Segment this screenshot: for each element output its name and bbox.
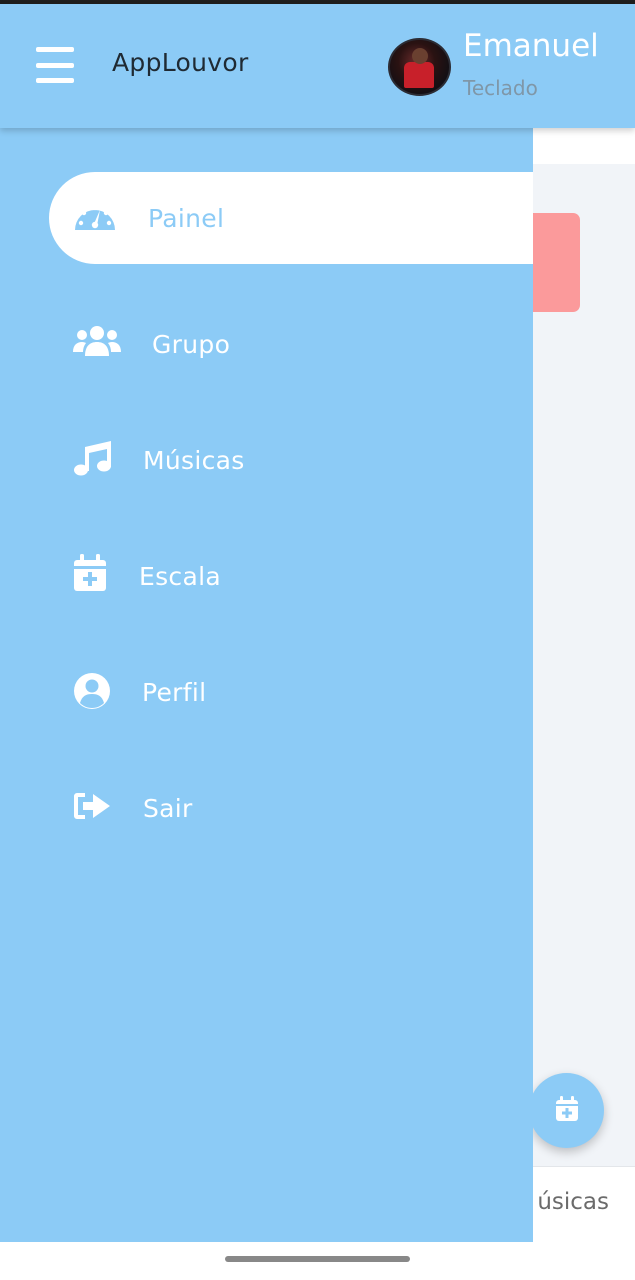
drawer-item-label: Sair	[143, 793, 193, 823]
users-group-icon	[73, 324, 121, 358]
menu-bar-line	[36, 62, 74, 68]
menu-bar-line	[36, 78, 74, 83]
drawer-item-label: Músicas	[143, 445, 245, 475]
add-schedule-fab[interactable]	[529, 1073, 604, 1148]
calendar-plus-icon	[73, 554, 107, 592]
hamburger-menu-button[interactable]	[36, 47, 74, 83]
drawer-item-label: Painel	[148, 203, 225, 233]
app-title: AppLouvor	[112, 48, 249, 77]
user-circle-icon	[73, 672, 111, 710]
drawer-item-label: Escala	[139, 561, 221, 591]
avatar-photo-head	[412, 48, 428, 64]
user-avatar[interactable]	[388, 38, 451, 96]
dashboard-gauge-icon	[73, 198, 117, 232]
navigation-drawer: Painel Grupo Músicas Escala Perfil Sair	[0, 128, 533, 1242]
user-name: Emanuel	[463, 28, 599, 64]
drawer-item-perfil[interactable]: Perfil	[0, 646, 533, 738]
app-header: AppLouvor Emanuel Teclado	[0, 4, 635, 128]
background-page-top-strip	[533, 128, 635, 164]
drawer-item-sair[interactable]: Sair	[0, 762, 533, 854]
avatar-photo-figure	[404, 62, 434, 88]
drawer-item-escala[interactable]: Escala	[0, 530, 533, 622]
drawer-item-musicas[interactable]: Músicas	[0, 414, 533, 506]
bottom-nav-tab-musicas-label[interactable]: úsicas	[537, 1189, 609, 1215]
background-alert-card[interactable]	[533, 213, 580, 312]
home-gesture-bar[interactable]	[225, 1256, 410, 1262]
system-navigation-area	[0, 1242, 635, 1280]
calendar-plus-icon	[555, 1095, 579, 1126]
user-role: Teclado	[463, 76, 538, 100]
drawer-item-label: Perfil	[142, 677, 207, 707]
drawer-item-label: Grupo	[152, 329, 231, 359]
music-note-icon	[73, 439, 113, 477]
background-bottom-nav: úsicas	[533, 1166, 635, 1242]
sign-out-icon	[73, 791, 111, 821]
drawer-item-grupo[interactable]: Grupo	[0, 298, 533, 390]
drawer-item-painel[interactable]: Painel	[49, 172, 533, 264]
menu-bar-line	[36, 47, 74, 52]
